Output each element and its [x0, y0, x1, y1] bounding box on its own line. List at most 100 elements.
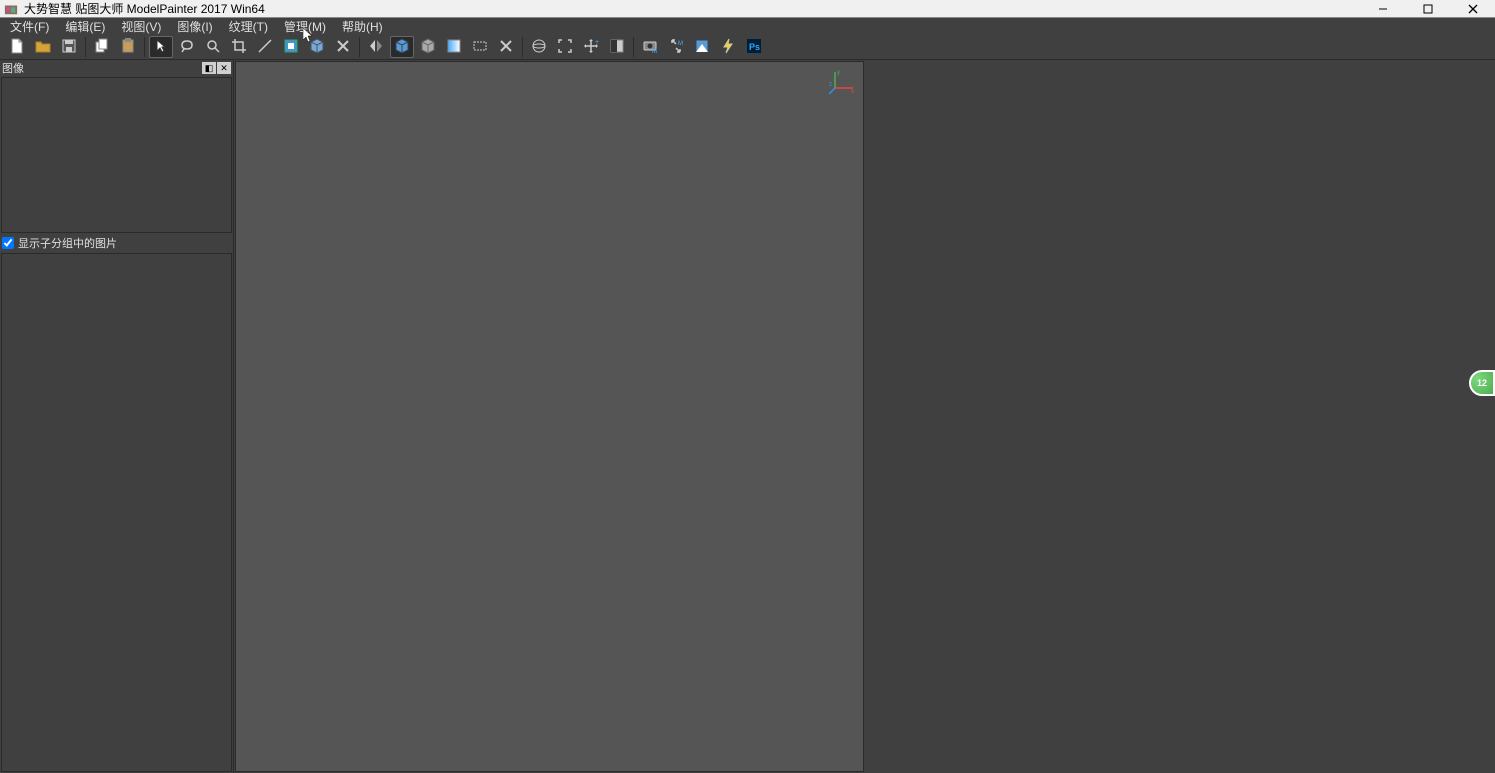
camera-m-icon: M	[641, 37, 659, 58]
copy-pages-button[interactable]	[90, 36, 114, 58]
sphere-icon	[530, 37, 548, 58]
flash-tool-button[interactable]	[716, 36, 740, 58]
magnify-icon	[204, 37, 222, 58]
gradient-tool-button[interactable]	[442, 36, 466, 58]
lasso-icon	[178, 37, 196, 58]
cube-solid-button[interactable]	[305, 36, 329, 58]
new-file-button[interactable]	[5, 36, 29, 58]
toolbar-separator	[359, 37, 360, 57]
menu-manage[interactable]: 管理(M)	[276, 18, 334, 35]
crop-tool-button[interactable]	[227, 36, 251, 58]
magnify-tool-button[interactable]	[201, 36, 225, 58]
badge-text: 12	[1477, 378, 1487, 388]
cross-tool-button[interactable]	[331, 36, 355, 58]
pointer-tool-button[interactable]	[149, 36, 173, 58]
toolbar-separator	[144, 37, 145, 57]
cross-icon	[334, 37, 352, 58]
workspace: 图像 ◧ ✕ 显示子分组中的图片 y x z	[0, 60, 1495, 773]
open-folder-icon	[34, 37, 52, 58]
patch-icon	[693, 37, 711, 58]
right-empty-area	[865, 60, 1495, 773]
cube-grey-icon	[419, 37, 437, 58]
photoshop-button[interactable]: Ps	[742, 36, 766, 58]
cross2-tool-button[interactable]	[494, 36, 518, 58]
menubar: 文件(F) 编辑(E) 视图(V) 图像(I) 纹理(T) 管理(M) 帮助(H…	[0, 18, 1495, 35]
camera-m-button[interactable]: M	[638, 36, 662, 58]
svg-text:x: x	[851, 89, 854, 94]
cube-solid-icon	[308, 37, 326, 58]
marquee-tool-button[interactable]	[468, 36, 492, 58]
corners-tool-button[interactable]	[553, 36, 577, 58]
minimize-button[interactable]	[1360, 0, 1405, 18]
pointer-icon	[152, 37, 170, 58]
toolbar-separator	[633, 37, 634, 57]
menu-view[interactable]: 视图(V)	[113, 18, 169, 35]
half-tool-button[interactable]	[605, 36, 629, 58]
floating-badge[interactable]: 12	[1469, 370, 1495, 396]
panel-header-image: 图像 ◧ ✕	[0, 60, 233, 76]
save-button[interactable]	[57, 36, 81, 58]
crop-icon	[230, 37, 248, 58]
paste-pages-button[interactable]	[116, 36, 140, 58]
stamp-icon	[282, 37, 300, 58]
arrows-m-button[interactable]: M	[664, 36, 688, 58]
paste-pages-icon	[119, 37, 137, 58]
corners-icon	[556, 37, 574, 58]
cube-blue-icon	[393, 37, 411, 58]
sphere-tool-button[interactable]	[527, 36, 551, 58]
viewport-3d[interactable]: y x z	[235, 61, 864, 772]
close-button[interactable]	[1450, 0, 1495, 18]
arrows-m-icon: M	[667, 37, 685, 58]
svg-text:+: +	[595, 39, 599, 46]
window-title: 大势智慧 贴图大师 ModelPainter 2017 Win64	[24, 0, 1360, 17]
panel-dock-button[interactable]: ◧	[202, 62, 216, 74]
panel-preview-area	[1, 77, 232, 233]
cube-grey-button[interactable]	[416, 36, 440, 58]
titlebar: 大势智慧 贴图大师 ModelPainter 2017 Win64	[0, 0, 1495, 18]
ps-icon: Ps	[745, 37, 763, 58]
lasso-tool-button[interactable]	[175, 36, 199, 58]
svg-text:M: M	[678, 41, 683, 47]
menu-edit[interactable]: 编辑(E)	[57, 18, 113, 35]
viewport-wrap: y x z	[234, 60, 1495, 773]
cube-blue-button[interactable]	[390, 36, 414, 58]
mirror-tool-button[interactable]	[364, 36, 388, 58]
checkbox-row: 显示子分组中的图片	[0, 234, 233, 252]
cross2-icon	[497, 37, 515, 58]
menu-image[interactable]: 图像(I)	[169, 18, 220, 35]
gradient-icon	[445, 37, 463, 58]
panel-list-area	[1, 253, 232, 772]
menu-help[interactable]: 帮助(H)	[334, 18, 391, 35]
panel-close-button[interactable]: ✕	[217, 62, 231, 74]
checkbox-label: 显示子分组中的图片	[18, 235, 117, 251]
window-controls	[1360, 0, 1495, 18]
app-icon	[4, 2, 18, 16]
svg-text:M: M	[652, 49, 657, 55]
panel-title: 图像	[2, 60, 201, 76]
move-plus-icon: +	[582, 37, 600, 58]
marquee-icon	[471, 37, 489, 58]
svg-text:y: y	[837, 70, 840, 76]
show-subgroup-images-checkbox[interactable]	[2, 237, 14, 249]
svg-text:z: z	[829, 82, 832, 88]
line-icon	[256, 37, 274, 58]
move-plus-tool-button[interactable]: +	[579, 36, 603, 58]
copy-pages-icon	[93, 37, 111, 58]
toolbar: + M M Ps	[0, 35, 1495, 60]
side-panel: 图像 ◧ ✕ 显示子分组中的图片	[0, 60, 234, 773]
new-file-icon	[8, 37, 26, 58]
save-icon	[60, 37, 78, 58]
toolbar-separator	[522, 37, 523, 57]
half-icon	[608, 37, 626, 58]
line-tool-button[interactable]	[253, 36, 277, 58]
svg-text:Ps: Ps	[749, 42, 760, 52]
open-folder-button[interactable]	[31, 36, 55, 58]
patch-tool-button[interactable]	[690, 36, 714, 58]
toolbar-separator	[85, 37, 86, 57]
flash-icon	[719, 37, 737, 58]
menu-texture[interactable]: 纹理(T)	[221, 18, 276, 35]
stamp-tool-button[interactable]	[279, 36, 303, 58]
menu-file[interactable]: 文件(F)	[2, 18, 57, 35]
maximize-button[interactable]	[1405, 0, 1450, 18]
mirror-icon	[367, 37, 385, 58]
